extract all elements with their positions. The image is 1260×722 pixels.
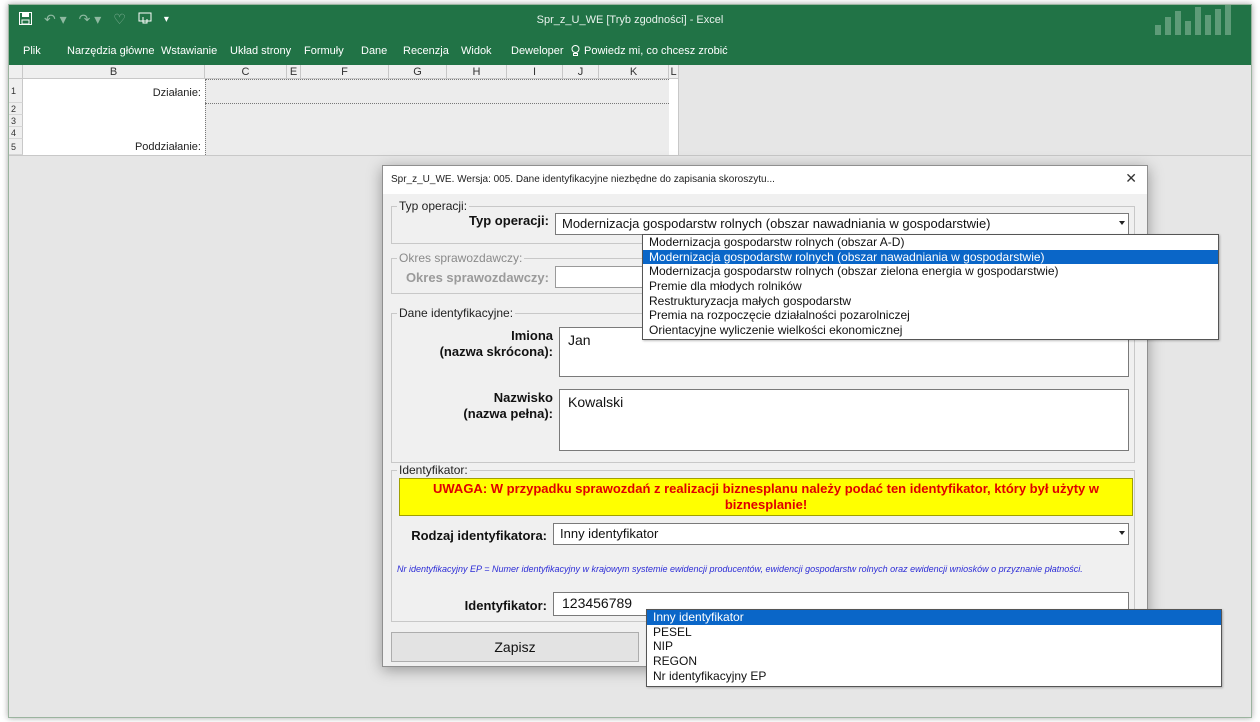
chevron-down-icon[interactable] xyxy=(1119,221,1125,225)
rodzaj-combo[interactable]: Inny identyfikator xyxy=(553,523,1129,545)
list-item[interactable]: Modernizacja gospodarstw rolnych (obszar… xyxy=(643,264,1218,279)
zapisz-button[interactable]: Zapisz xyxy=(391,632,639,662)
row-header[interactable]: 3 xyxy=(9,115,23,127)
label-imiona-2: (nazwa skrócona): xyxy=(439,344,553,359)
nazwisko-input[interactable]: Kowalski xyxy=(559,389,1129,451)
column-header[interactable]: E xyxy=(287,65,301,79)
list-item[interactable]: Premie dla młodych rolników xyxy=(643,279,1218,294)
tab-narzedzia-glowne[interactable]: Narzędzia główne xyxy=(67,45,154,57)
legend-okres: Okres sprawozdawczy: xyxy=(397,251,525,265)
ep-note: Nr identyfikacyjny EP = Numer identyfika… xyxy=(397,564,1083,574)
label-dzialanie: Działanie: xyxy=(152,87,201,99)
list-item[interactable]: NIP xyxy=(647,639,1221,654)
column-header[interactable]: I xyxy=(507,65,563,79)
tab-widok[interactable]: Widok xyxy=(461,45,492,57)
column-header[interactable]: C xyxy=(205,65,287,79)
typ-operacji-list: Modernizacja gospodarstw rolnych (obszar… xyxy=(642,234,1219,340)
dialog-title: Spr_z_U_WE. Wersja: 005. Dane identyfika… xyxy=(383,166,1147,194)
list-item[interactable]: REGON xyxy=(647,654,1221,669)
cell-border xyxy=(205,103,669,104)
merged-input-area[interactable] xyxy=(205,79,669,155)
legend-dane: Dane identyfikacyjne: xyxy=(397,306,516,320)
label-typ-operacji: Typ operacji: xyxy=(469,213,549,228)
okres-input[interactable] xyxy=(555,266,651,288)
list-item-selected[interactable]: Inny identyfikator xyxy=(647,610,1221,625)
legend-typ-operacji: Typ operacji: xyxy=(397,199,470,213)
label-nazwisko-2: (nazwa pełna): xyxy=(463,406,553,421)
label-imiona-1: Imiona xyxy=(511,328,553,343)
list-item-selected[interactable]: Modernizacja gospodarstw rolnych (obszar… xyxy=(643,249,1218,265)
label-identyfikator: Identyfikator: xyxy=(464,598,547,613)
chevron-down-icon[interactable] xyxy=(1119,531,1125,535)
list-item[interactable]: Premia na rozpoczęcie działalności pozar… xyxy=(643,308,1218,323)
column-header[interactable]: J xyxy=(563,65,599,79)
sheet-divider xyxy=(9,155,1251,156)
list-item[interactable]: PESEL xyxy=(647,625,1221,640)
warning-banner: UWAGA: W przypadku sprawozdań z realizac… xyxy=(399,478,1133,516)
label-poddzialanie: Poddziałanie: xyxy=(134,141,201,153)
window-title: Spr_z_U_WE [Tryb zgodności] - Excel xyxy=(536,14,724,26)
tab-formuly[interactable]: Formuły xyxy=(304,45,344,57)
tell-me-text: Powiedz mi, co chcesz zrobić xyxy=(584,45,728,57)
label-okres: Okres sprawozdawczy: xyxy=(405,270,549,285)
list-item[interactable]: Orientacyjne wyliczenie wielkości ekonom… xyxy=(643,323,1218,338)
tab-recenzja[interactable]: Recenzja xyxy=(403,45,449,57)
column-header[interactable]: H xyxy=(447,65,507,79)
row-header[interactable]: 5 xyxy=(9,139,23,155)
rodzaj-list: Inny identyfikator PESEL NIP REGON Nr id… xyxy=(646,609,1222,687)
tab-wstawianie[interactable]: Wstawianie xyxy=(161,45,217,57)
row-header[interactable]: 2 xyxy=(9,103,23,115)
row-header[interactable]: 4 xyxy=(9,127,23,139)
column-header[interactable]: G xyxy=(389,65,447,79)
close-icon[interactable]: ✕ xyxy=(1125,170,1137,187)
rodzaj-value: Inny identyfikator xyxy=(560,526,659,541)
tell-me-box[interactable]: Powiedz mi, co chcesz zrobić xyxy=(571,45,728,57)
tab-deweloper[interactable]: Deweloper xyxy=(511,45,564,57)
title-bar: ↶ ▾ ↷ ▾ ♡ ▾ Spr_z_U_WE [Tryb zgodności] … xyxy=(9,5,1251,35)
typ-operacji-combo[interactable]: Modernizacja gospodarstw rolnych (obszar… xyxy=(555,213,1129,235)
tab-dane[interactable]: Dane xyxy=(361,45,387,57)
column-header[interactable]: B xyxy=(23,65,205,79)
tab-uklad-strony[interactable]: Układ strony xyxy=(230,45,291,57)
banner-decoration xyxy=(1155,5,1231,35)
select-all-corner[interactable] xyxy=(9,65,23,79)
ribbon-tabs: Plik Narzędzia główne Wstawianie Układ s… xyxy=(9,35,1251,65)
cell-border xyxy=(205,79,669,80)
column-header[interactable]: L xyxy=(669,65,679,79)
list-item[interactable]: Modernizacja gospodarstw rolnych (obszar… xyxy=(643,235,1218,250)
lightbulb-icon xyxy=(571,45,580,56)
row-header[interactable]: 1 xyxy=(9,79,23,103)
label-nazwisko-1: Nazwisko xyxy=(493,390,553,405)
list-item[interactable]: Restrukturyzacja małych gospodarstw xyxy=(643,294,1218,309)
excel-window: ↶ ▾ ↷ ▾ ♡ ▾ Spr_z_U_WE [Tryb zgodności] … xyxy=(8,4,1252,718)
list-item[interactable]: Nr identyfikacyjny EP xyxy=(647,669,1221,684)
column-header[interactable]: K xyxy=(599,65,669,79)
legend-identyfikator: Identyfikator: xyxy=(397,463,470,477)
label-rodzaj: Rodzaj identyfikatora: xyxy=(411,528,547,543)
typ-operacji-value: Modernizacja gospodarstw rolnych (obszar… xyxy=(562,216,991,231)
excel-screen: ↶ ▾ ↷ ▾ ♡ ▾ Spr_z_U_WE [Tryb zgodności] … xyxy=(0,0,1260,722)
column-header[interactable]: F xyxy=(301,65,389,79)
tab-plik[interactable]: Plik xyxy=(23,45,41,57)
worksheet-grid[interactable]: B C E F G H I J K L 1 2 3 4 5 Działanie:… xyxy=(9,65,679,155)
